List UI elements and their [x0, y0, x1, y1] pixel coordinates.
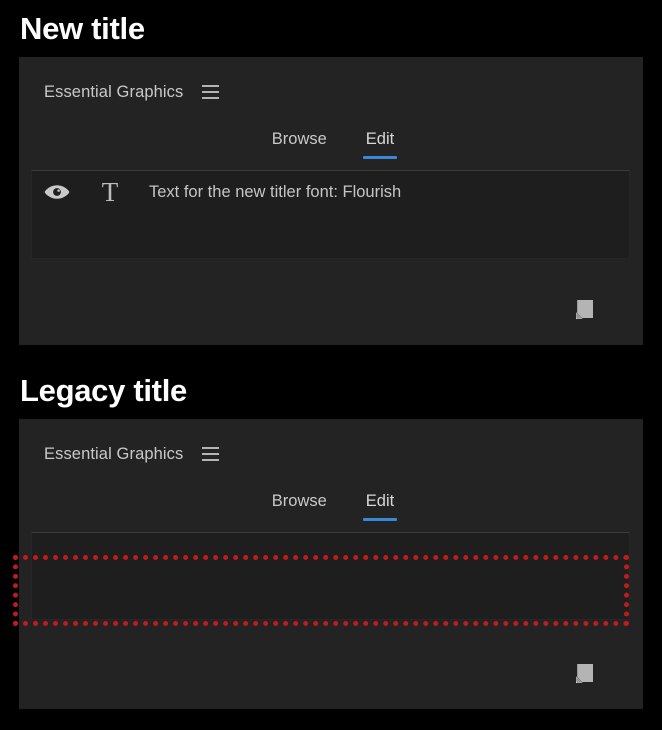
tab-browse-label: Browse — [271, 492, 327, 510]
tab-edit-label: Edit — [365, 492, 395, 510]
layer-label: Text for the new titler font: Flourish — [149, 183, 402, 201]
new-layer-icon[interactable] — [574, 299, 596, 321]
text-type-icon: T — [101, 176, 119, 207]
panel-titlebar: Essential Graphics — [19, 57, 643, 105]
hamburger-icon[interactable] — [202, 447, 220, 461]
hamburger-icon[interactable] — [202, 85, 220, 99]
panel-title: Essential Graphics — [44, 445, 184, 463]
essential-graphics-panel-legacy: Essential Graphics Browse Edit — [19, 419, 643, 709]
tab-edit[interactable]: Edit — [362, 129, 398, 159]
panel-titlebar: Essential Graphics — [19, 419, 643, 467]
tab-edit[interactable]: Edit — [362, 491, 398, 521]
essential-graphics-panel-new: Essential Graphics Browse Edit T Text fo… — [19, 57, 643, 345]
tab-browse-label: Browse — [271, 130, 327, 148]
panel-footer — [19, 289, 643, 345]
tab-browse[interactable]: Browse — [272, 491, 327, 521]
section-heading-legacy: Legacy title — [20, 373, 187, 408]
panel-title: Essential Graphics — [44, 83, 184, 101]
panel-footer — [19, 653, 643, 709]
tab-browse[interactable]: Browse — [272, 129, 327, 159]
tab-edit-label: Edit — [365, 130, 395, 148]
new-layer-icon[interactable] — [574, 663, 596, 685]
layer-row[interactable]: T Text for the new titler font: Flourish — [32, 171, 629, 213]
tab-active-underline — [362, 518, 398, 521]
tab-active-underline — [362, 156, 398, 159]
layer-list-new[interactable]: T Text for the new titler font: Flourish — [31, 170, 630, 259]
eye-icon[interactable] — [43, 181, 70, 203]
panel-tabs: Browse Edit — [19, 129, 643, 159]
panel-tabs: Browse Edit — [19, 491, 643, 521]
section-new-title: New title Essential Graphics Browse Edit — [0, 0, 662, 345]
section-legacy-title: Legacy title Essential Graphics Browse E… — [0, 362, 662, 709]
section-heading-new: New title — [20, 11, 145, 46]
layer-list-legacy-empty[interactable] — [31, 532, 630, 620]
